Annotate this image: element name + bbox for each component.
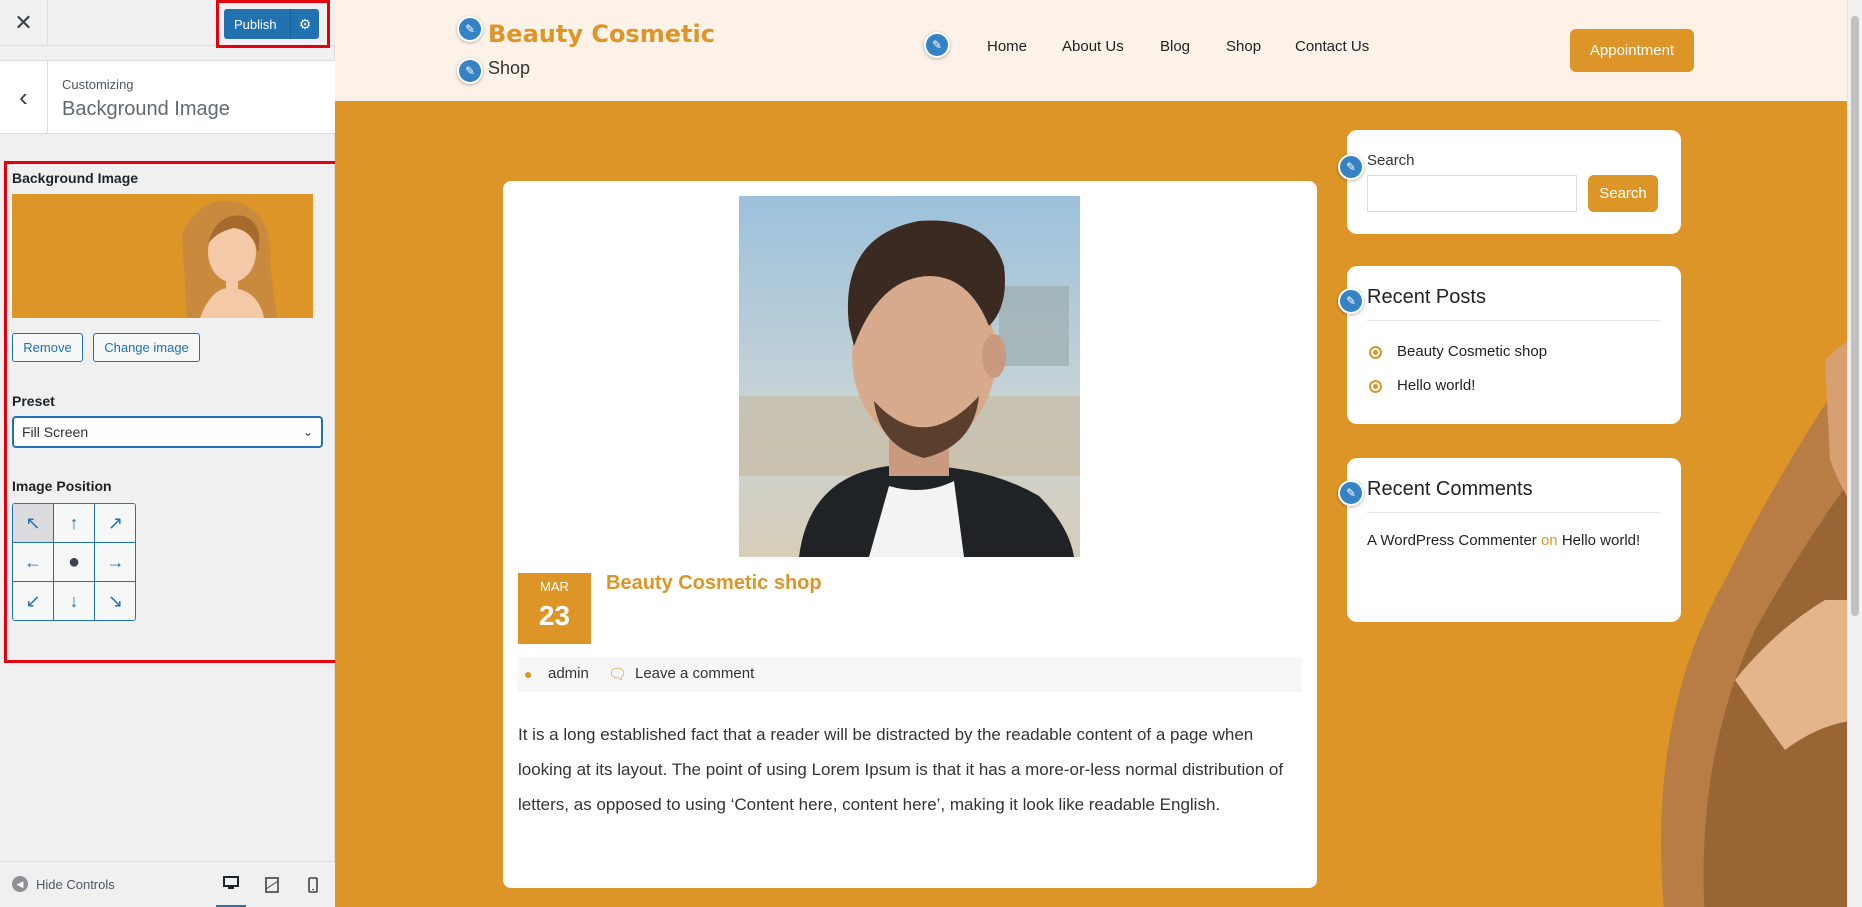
- section-header: ‹ Customizing Background Image: [0, 60, 335, 134]
- post-date-box: MAR 23: [518, 573, 591, 644]
- man-portrait-image: [739, 196, 1080, 557]
- breadcrumb: Customizing: [62, 77, 134, 92]
- search-widget: ✎ Search Search: [1338, 130, 1681, 234]
- edit-pencil-icon[interactable]: ✎: [457, 16, 483, 42]
- edit-pencil-icon[interactable]: ✎: [924, 32, 950, 58]
- back-chevron-icon[interactable]: ‹: [0, 61, 48, 133]
- search-button[interactable]: Search: [1588, 175, 1658, 212]
- edit-pencil-icon[interactable]: ✎: [457, 58, 483, 84]
- post-date-month: MAR: [540, 579, 569, 594]
- recent-post-link[interactable]: Beauty Cosmetic shop: [1397, 343, 1547, 360]
- nav-contact-us[interactable]: Contact Us: [1295, 38, 1369, 55]
- post-meta-bar: ● admin 🗨 Leave a comment: [518, 657, 1302, 692]
- recent-post-link[interactable]: Hello world!: [1397, 377, 1475, 394]
- mobile-preview-icon[interactable]: [298, 872, 328, 898]
- comments-icon: 🗨: [608, 666, 628, 683]
- customizer-footer: ◀ Hide Controls: [0, 861, 335, 907]
- post-title[interactable]: Beauty Cosmetic shop: [606, 572, 822, 595]
- user-icon: ●: [524, 666, 533, 682]
- post-featured-image[interactable]: [739, 196, 1080, 557]
- site-title[interactable]: Beauty Cosmetic: [488, 20, 715, 48]
- customizer-sidebar: ✕ Publish ⚙ ‹ Customizing Background Ima…: [0, 0, 338, 907]
- post-excerpt: It is a long established fact that a rea…: [518, 725, 1284, 814]
- nav-blog[interactable]: Blog: [1160, 38, 1190, 55]
- publish-highlight-box: [216, 0, 330, 48]
- hide-controls-button[interactable]: ◀ Hide Controls: [12, 876, 115, 892]
- edit-pencil-icon[interactable]: ✎: [1338, 154, 1364, 180]
- section-title: Background Image: [62, 98, 230, 120]
- divider: [1367, 320, 1661, 321]
- recent-comment-item: A WordPress Commenter on Hello world!: [1367, 526, 1657, 555]
- comment-post-link[interactable]: Hello world!: [1562, 532, 1640, 549]
- bullet-icon: [1369, 380, 1382, 393]
- recent-posts-title: Recent Posts: [1367, 286, 1486, 308]
- leave-comment-link[interactable]: Leave a comment: [635, 665, 754, 682]
- recent-comments-widget: ✎ Recent Comments A WordPress Commenter …: [1338, 458, 1681, 622]
- scrollbar-thumb[interactable]: [1851, 16, 1859, 616]
- desktop-preview-icon[interactable]: [216, 872, 246, 907]
- post-date-day: 23: [538, 600, 571, 631]
- recent-posts-widget: ✎ Recent Posts Beauty Cosmetic shop Hell…: [1338, 266, 1681, 424]
- divider: [1367, 512, 1661, 513]
- search-input[interactable]: [1367, 175, 1577, 212]
- comment-author-link[interactable]: A WordPress Commenter: [1367, 532, 1537, 549]
- collapse-icon: ◀: [12, 876, 28, 892]
- site-preview: ✎ Beauty Cosmetic ✎ Shop ✎ Home About Us…: [335, 0, 1847, 907]
- close-icon[interactable]: ✕: [0, 0, 48, 46]
- hide-controls-label: Hide Controls: [36, 876, 115, 892]
- edit-pencil-icon[interactable]: ✎: [1338, 288, 1364, 314]
- post-card: MAR 23 Beauty Cosmetic shop ● admin 🗨 Le…: [503, 181, 1317, 888]
- edit-pencil-icon[interactable]: ✎: [1338, 480, 1364, 506]
- comment-on-text: on: [1540, 532, 1558, 549]
- nav-shop[interactable]: Shop: [1226, 38, 1261, 55]
- controls-highlight-box: [4, 161, 338, 663]
- bullet-icon: [1369, 346, 1382, 359]
- nav-home[interactable]: Home: [987, 38, 1027, 55]
- tablet-preview-icon[interactable]: [257, 872, 287, 898]
- preview-scrollbar[interactable]: [1847, 0, 1862, 907]
- post-author[interactable]: admin: [548, 665, 589, 682]
- site-tagline: Shop: [488, 58, 531, 78]
- nav-about-us[interactable]: About Us: [1062, 38, 1124, 55]
- recent-comments-title: Recent Comments: [1367, 478, 1533, 500]
- appointment-button[interactable]: Appointment: [1570, 29, 1694, 72]
- customizer-top-bar: ✕ Publish ⚙: [0, 0, 335, 48]
- search-label: Search: [1367, 152, 1415, 169]
- site-header: ✎ Beauty Cosmetic ✎ Shop ✎ Home About Us…: [335, 0, 1847, 101]
